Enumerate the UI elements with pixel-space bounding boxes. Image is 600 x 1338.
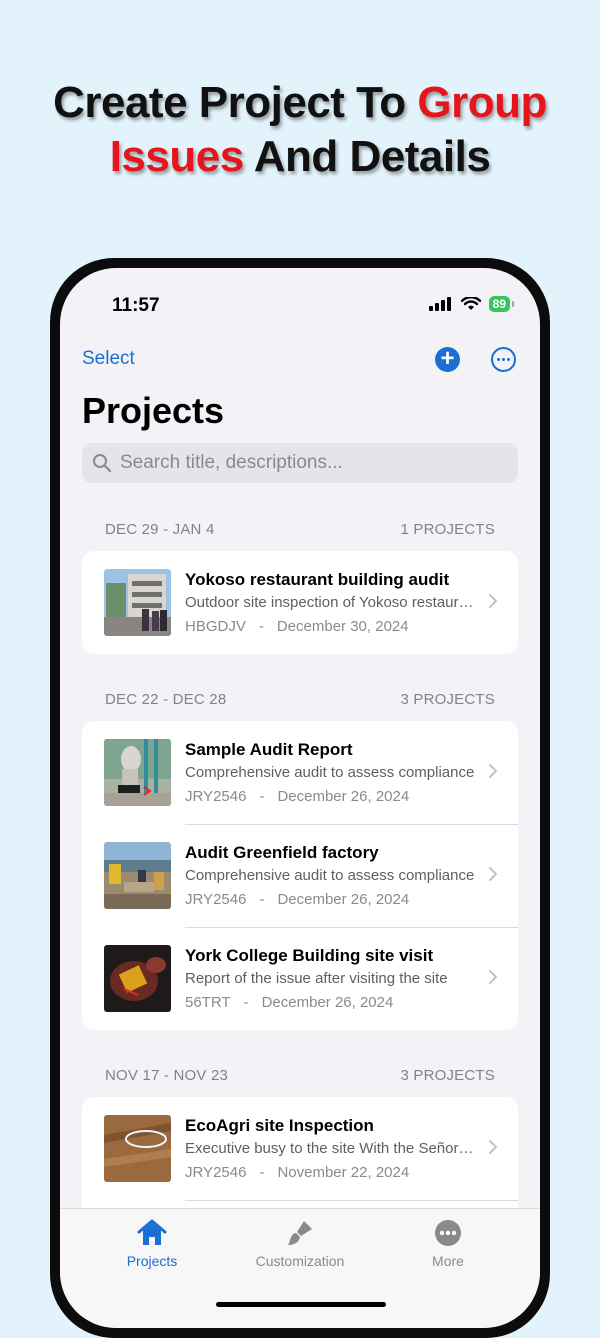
project-meta: JRY2546- November 22, 2024 [185, 1164, 410, 1181]
project-code: JRY2546 [185, 1164, 247, 1181]
project-title: Sample Audit Report [185, 740, 353, 759]
project-code: JRY2546 [185, 891, 247, 908]
project-card: Yokoso restaurant building audit Outdoor… [82, 551, 518, 654]
tab-bar: Projects Customization More [60, 1208, 540, 1328]
project-title: Audit Greenfield factory [185, 843, 379, 862]
home-indicator [216, 1302, 386, 1307]
project-title: York College Building site visit [185, 946, 434, 965]
more-options-button[interactable] [491, 347, 516, 372]
headline-highlight: Issues [109, 132, 244, 181]
project-card: Sample Audit Report Comprehensive audit … [82, 721, 518, 1030]
project-description: Comprehensive audit to assess compliance [185, 764, 475, 781]
chevron-right-icon [489, 594, 497, 608]
project-code: JRY2546 [185, 788, 247, 805]
tab-more[interactable]: More [388, 1217, 508, 1269]
group-count: 1 PROJECTS [400, 520, 495, 538]
headline-line-2: Issues And Details [0, 130, 600, 184]
headline-text: Create Project To [53, 78, 406, 127]
add-project-button[interactable]: + [435, 347, 460, 372]
group-date-range: NOV 17 - NOV 23 [105, 1066, 229, 1084]
headline-highlight: Group [417, 78, 547, 127]
project-meta: 56TRT - December 26, 2024 [185, 994, 394, 1011]
status-time: 11:57 [112, 295, 160, 316]
headline-line-1: Create Project To Group [0, 76, 600, 130]
project-description: Comprehensive audit to assess compliance [185, 867, 475, 884]
tab-projects[interactable]: Projects [92, 1217, 212, 1269]
project-date: December 26, 2024 [277, 891, 410, 908]
signal-icon [428, 297, 451, 311]
chevron-right-icon [489, 867, 497, 881]
ellipsis-circle-icon [435, 1220, 461, 1246]
group-date-range: DEC 22 - DEC 28 [105, 690, 227, 708]
group-header: NOV 17 - NOV 23 3 PROJECTS [82, 1064, 518, 1086]
project-date: December 26, 2024 [277, 788, 410, 805]
project-date: November 22, 2024 [277, 1164, 410, 1181]
project-row[interactable]: Sample Audit Report Comprehensive audit … [82, 721, 518, 824]
plus-icon: + [440, 345, 455, 372]
chevron-right-icon [489, 764, 497, 778]
project-thumbnail [104, 739, 171, 806]
dot [507, 358, 510, 361]
battery-indicator: 89 [488, 296, 515, 312]
project-title: Yokoso restaurant building audit [185, 570, 450, 589]
project-description: Report of the issue after visiting the s… [185, 970, 448, 987]
project-row[interactable]: Yokoso restaurant building audit Outdoor… [82, 551, 518, 654]
project-title: EcoAgri site Inspection [185, 1116, 374, 1135]
wifi-icon [460, 297, 481, 310]
project-thumbnail [104, 945, 171, 1012]
project-group: DEC 22 - DEC 28 3 PROJECTS Sample Audit … [82, 688, 518, 1030]
tab-label: More [432, 1253, 464, 1269]
tab-customization[interactable]: Customization [240, 1217, 360, 1269]
project-thumbnail [104, 842, 171, 909]
project-meta: JRY2546- December 26, 2024 [185, 891, 410, 908]
group-count: 3 PROJECTS [400, 690, 495, 708]
project-code: 56TRT [185, 994, 231, 1011]
project-description: Executive busy to the site With the Seño… [185, 1140, 477, 1157]
status-icons: 89 [428, 296, 515, 312]
promo-headline: Create Project To Group Issues And Detai… [0, 76, 600, 184]
group-count: 3 PROJECTS [400, 1066, 495, 1084]
phone-frame: 11:57 89 Select + Projects Search title,… [50, 258, 550, 1338]
search-icon [93, 454, 112, 473]
search-input[interactable] [118, 451, 502, 475]
select-button[interactable]: Select [82, 348, 135, 370]
project-date: December 30, 2024 [276, 618, 409, 635]
tab-label: Projects [126, 1253, 178, 1269]
project-date: December 26, 2024 [261, 994, 394, 1011]
house-icon [137, 1219, 167, 1245]
group-header: DEC 22 - DEC 28 3 PROJECTS [82, 688, 518, 710]
dot [502, 358, 505, 361]
group-date-range: DEC 29 - JAN 4 [105, 520, 215, 538]
project-group: DEC 29 - JAN 4 1 PROJECTS Yokoso restaur… [82, 518, 518, 654]
project-meta: JRY2546- December 26, 2024 [185, 788, 410, 805]
project-meta: HBGDJV - December 30, 2024 [185, 618, 409, 635]
project-description: Outdoor site inspection of Yokoso restau… [185, 594, 477, 611]
project-row[interactable]: York College Building site visit Report … [82, 927, 518, 1030]
project-thumbnail [104, 569, 171, 636]
headline-text: And Details [253, 132, 491, 181]
group-header: DEC 29 - JAN 4 1 PROJECTS [82, 518, 518, 540]
chevron-right-icon [489, 1140, 497, 1154]
tab-label: Customization [255, 1253, 345, 1269]
chevron-right-icon [489, 970, 497, 984]
page-title: Projects [82, 390, 225, 431]
project-row[interactable]: Audit Greenfield factory Comprehensive a… [82, 824, 518, 927]
app-screen: 11:57 89 Select + Projects Search title,… [60, 268, 540, 1328]
paintbrush-icon [288, 1221, 312, 1245]
project-row[interactable]: EcoAgri site Inspection Executive busy t… [82, 1097, 518, 1200]
project-thumbnail [104, 1115, 171, 1182]
project-code: HBGDJV [185, 618, 246, 635]
search-bar[interactable] [82, 443, 518, 483]
dot [497, 358, 500, 361]
